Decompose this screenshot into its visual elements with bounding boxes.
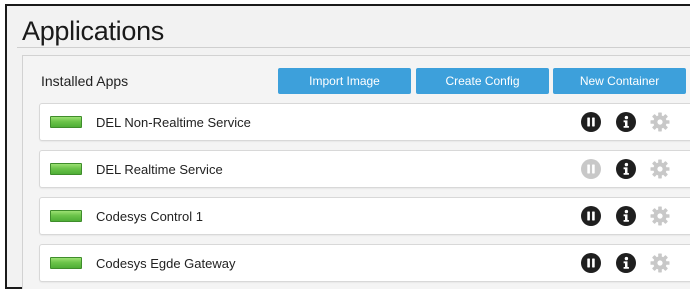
status-led-icon bbox=[50, 163, 82, 175]
info-icon[interactable] bbox=[616, 112, 636, 132]
app-row[interactable]: DEL Non-Realtime Service bbox=[39, 103, 690, 141]
status-led-icon bbox=[50, 116, 82, 128]
panel-title: Installed Apps bbox=[41, 73, 129, 89]
gear-icon[interactable] bbox=[650, 206, 670, 226]
info-icon[interactable] bbox=[616, 159, 636, 179]
app-name: DEL Realtime Service bbox=[96, 162, 223, 177]
pause-icon[interactable] bbox=[581, 112, 601, 132]
title-divider bbox=[17, 47, 690, 48]
page-title: Applications bbox=[22, 16, 164, 46]
new-container-button[interactable]: New Container bbox=[553, 68, 686, 94]
status-led-icon bbox=[50, 257, 82, 269]
installed-apps-panel: Installed Apps Import Image Create Confi… bbox=[22, 55, 690, 289]
gear-icon[interactable] bbox=[650, 159, 670, 179]
app-name: Codesys Egde Gateway bbox=[96, 256, 236, 271]
app-name: DEL Non-Realtime Service bbox=[96, 115, 251, 130]
app-row[interactable]: DEL Realtime Service bbox=[39, 150, 690, 188]
pause-icon[interactable] bbox=[581, 253, 601, 273]
gear-icon[interactable] bbox=[650, 112, 670, 132]
app-row[interactable]: Codesys Egde Gateway bbox=[39, 244, 690, 282]
app-row[interactable]: Codesys Control 1 bbox=[39, 197, 690, 235]
create-config-button[interactable]: Create Config bbox=[416, 68, 549, 94]
pause-icon bbox=[581, 159, 601, 179]
pause-icon[interactable] bbox=[581, 206, 601, 226]
applications-window: Applications Installed Apps Import Image… bbox=[5, 4, 690, 289]
info-icon[interactable] bbox=[616, 206, 636, 226]
import-image-button[interactable]: Import Image bbox=[278, 68, 411, 94]
app-name: Codesys Control 1 bbox=[96, 209, 203, 224]
gear-icon[interactable] bbox=[650, 253, 670, 273]
info-icon[interactable] bbox=[616, 253, 636, 273]
status-led-icon bbox=[50, 210, 82, 222]
